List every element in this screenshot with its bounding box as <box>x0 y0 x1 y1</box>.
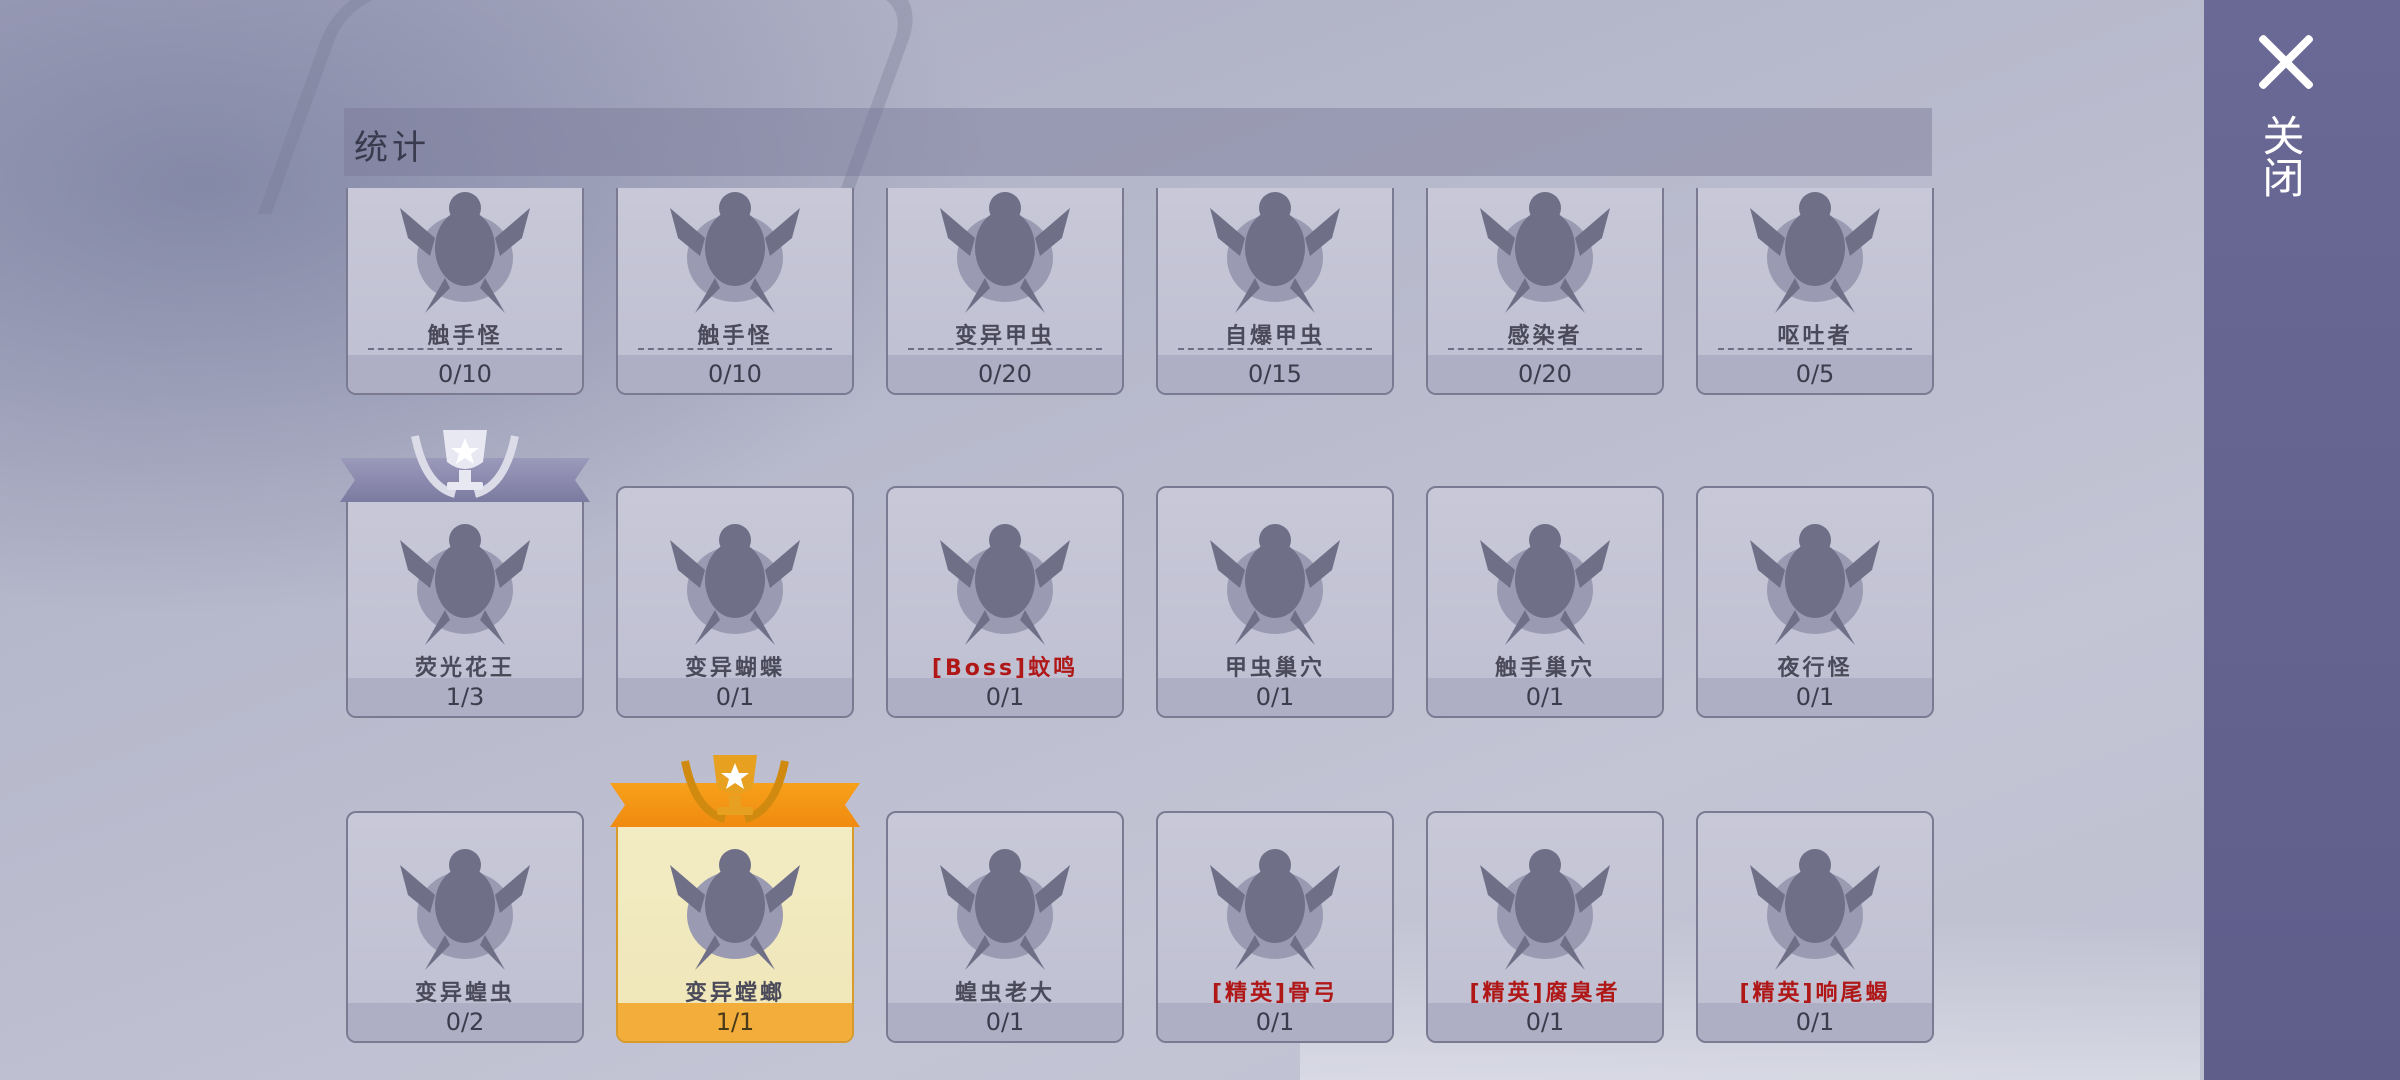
monster-portrait <box>1200 510 1350 650</box>
kill-progress: 0/1 <box>1428 1003 1662 1041</box>
divider <box>1178 348 1372 350</box>
monster-portrait <box>1470 510 1620 650</box>
kill-progress: 0/5 <box>1698 355 1932 393</box>
kill-progress: 0/1 <box>1428 678 1662 716</box>
trophy-icon <box>395 416 535 506</box>
kill-progress: 0/1 <box>1158 1003 1392 1041</box>
kill-progress: 0/10 <box>348 355 582 393</box>
monster-card[interactable]: 自爆甲虫 0/15 <box>1156 188 1394 395</box>
close-icon <box>2254 30 2318 94</box>
gold-trophy-ribbon <box>610 747 860 829</box>
kill-progress: 0/20 <box>888 355 1122 393</box>
kill-progress: 0/1 <box>1698 678 1932 716</box>
monster-card[interactable]: 触手怪 0/10 <box>346 188 584 395</box>
monster-portrait <box>1200 835 1350 975</box>
monster-portrait <box>390 188 540 313</box>
monster-stats-grid: 触手怪 0/10 触手怪 0/10 变异甲虫 0/20 自爆甲虫 0/15 感染者 0/20 呕吐者… <box>0 0 2400 1080</box>
monster-card[interactable]: 触手巢穴 0/1 <box>1426 486 1664 718</box>
monster-card[interactable]: 触手怪 0/10 <box>616 188 854 395</box>
monster-portrait <box>1740 188 1890 313</box>
monster-portrait <box>1470 188 1620 313</box>
kill-progress: 1/3 <box>348 678 582 716</box>
divider <box>1718 348 1912 350</box>
divider <box>368 348 562 350</box>
monster-card[interactable]: 变异甲虫 0/20 <box>886 188 1124 395</box>
monster-card[interactable]: 呕吐者 0/5 <box>1696 188 1934 395</box>
divider <box>638 348 832 350</box>
monster-portrait <box>390 835 540 975</box>
monster-portrait <box>660 188 810 313</box>
kill-progress: 0/1 <box>1158 678 1392 716</box>
kill-progress: 0/1 <box>618 678 852 716</box>
monster-portrait <box>660 510 810 650</box>
silver-trophy-ribbon <box>340 422 590 504</box>
monster-portrait <box>1200 188 1350 313</box>
monster-card[interactable]: 变异蝗虫 0/2 <box>346 811 584 1043</box>
monster-card[interactable]: 变异蝴蝶 0/1 <box>616 486 854 718</box>
monster-name: 触手怪 <box>697 324 773 349</box>
kill-progress: 0/1 <box>888 1003 1122 1041</box>
monster-portrait <box>1470 835 1620 975</box>
kill-progress: 0/20 <box>1428 355 1662 393</box>
close-panel: 关闭 <box>2204 0 2400 1080</box>
monster-card[interactable]: 甲虫巢穴 0/1 <box>1156 486 1394 718</box>
monster-card[interactable]: 感染者 0/20 <box>1426 188 1664 395</box>
close-label: 关闭 <box>2256 114 2305 198</box>
monster-name: 变异甲虫 <box>954 324 1055 349</box>
monster-card[interactable]: 荧光花王 1/3 <box>346 486 584 718</box>
kill-progress: 1/1 <box>618 1003 852 1041</box>
monster-card[interactable]: [精英]骨弓 0/1 <box>1156 811 1394 1043</box>
kill-progress: 0/10 <box>618 355 852 393</box>
kill-progress: 0/1 <box>888 678 1122 716</box>
monster-name: 触手怪 <box>427 324 503 349</box>
monster-card[interactable]: 变异螳螂 1/1 <box>616 811 854 1043</box>
monster-portrait <box>390 510 540 650</box>
monster-portrait <box>1740 510 1890 650</box>
kill-progress: 0/1 <box>1698 1003 1932 1041</box>
monster-name: 呕吐者 <box>1777 324 1853 349</box>
trophy-icon <box>665 741 805 831</box>
monster-name: 自爆甲虫 <box>1224 324 1325 349</box>
monster-portrait <box>1740 835 1890 975</box>
monster-card[interactable]: 蝗虫老大 0/1 <box>886 811 1124 1043</box>
monster-portrait <box>930 835 1080 975</box>
monster-name: 感染者 <box>1507 324 1583 349</box>
close-button[interactable]: 关闭 <box>2246 30 2346 230</box>
kill-progress: 0/15 <box>1158 355 1392 393</box>
monster-card[interactable]: [Boss]蚊鸣 0/1 <box>886 486 1124 718</box>
monster-portrait <box>930 188 1080 313</box>
kill-progress: 0/2 <box>348 1003 582 1041</box>
monster-card[interactable]: [精英]响尾蝎 0/1 <box>1696 811 1934 1043</box>
divider <box>1448 348 1642 350</box>
monster-card[interactable]: 夜行怪 0/1 <box>1696 486 1934 718</box>
divider <box>908 348 1102 350</box>
monster-portrait <box>930 510 1080 650</box>
monster-card[interactable]: [精英]腐臭者 0/1 <box>1426 811 1664 1043</box>
monster-portrait <box>660 835 810 975</box>
